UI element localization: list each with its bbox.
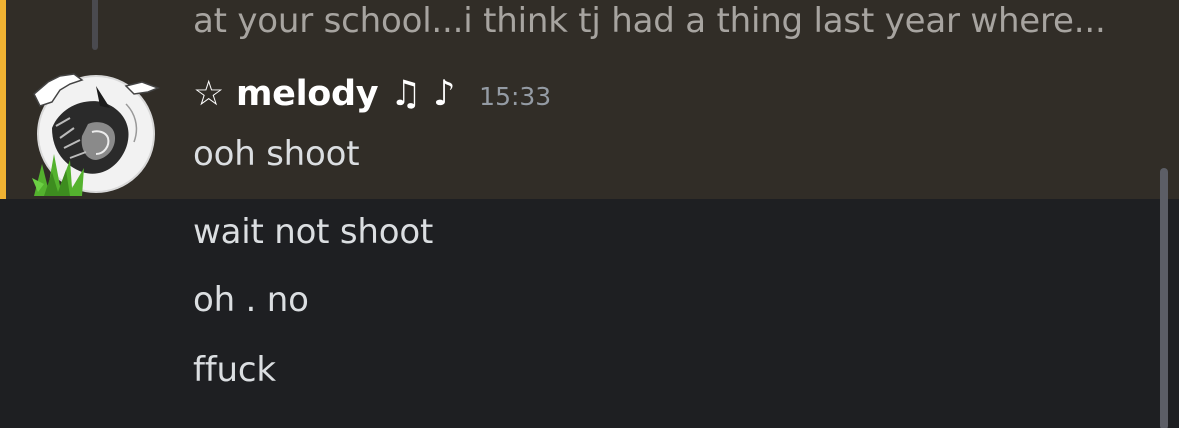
message-text: wait not shoot: [193, 212, 434, 252]
message-text: oh . no: [193, 280, 309, 320]
mention-highlight-bar: [0, 0, 6, 199]
message-timestamp[interactable]: 15:33: [479, 82, 551, 111]
message-text: ffuck: [193, 350, 276, 390]
user-avatar[interactable]: [30, 68, 162, 200]
message-header: ☆ melody ♫ ♪ 15:33: [193, 74, 551, 118]
username[interactable]: ☆ melody ♫ ♪: [193, 74, 455, 114]
chat-message-list[interactable]: at your school...i think tj had a thing …: [0, 0, 1179, 428]
thread-connector-line: [92, 0, 98, 50]
avatar-image: [32, 73, 161, 196]
message-text: ooh shoot: [193, 134, 360, 174]
previous-message-text: at your school...i think tj had a thing …: [193, 1, 1106, 41]
scrollbar-thumb[interactable]: [1160, 168, 1168, 428]
